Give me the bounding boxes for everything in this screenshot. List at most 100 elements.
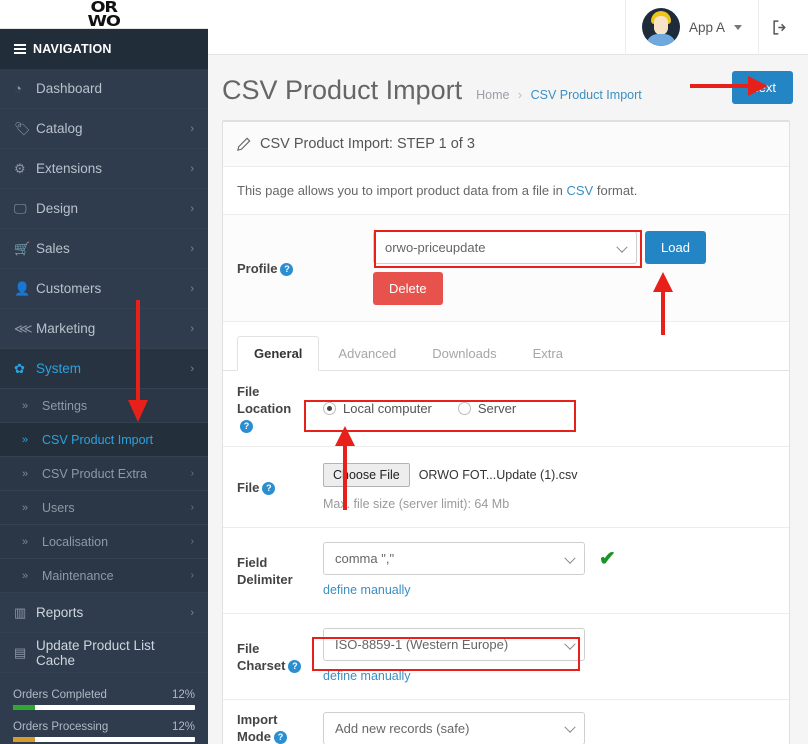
sidebar-item-update-product-list-cache[interactable]: ▤ Update Product List Cache <box>0 633 208 673</box>
sidebar-subitem-localisation[interactable]: » Localisation › <box>0 525 208 559</box>
sidebar-item-marketing[interactable]: ⋘ Marketing › <box>0 309 208 349</box>
sidebar-subitem-label: CSV Product Import <box>42 432 154 447</box>
navigation-header-label: NAVIGATION <box>33 42 112 56</box>
brand-logo[interactable]: OR WO <box>0 0 208 29</box>
radio-local-computer[interactable]: Local computer <box>323 401 432 416</box>
sidebar-subitem-settings[interactable]: » Settings <box>0 389 208 423</box>
valid-check-icon: ✔ <box>599 547 616 570</box>
sidebar-progress-widgets: Orders Completed 12% Orders Processing 12% <box>0 673 208 744</box>
sidebar-subitem-csv-product-import[interactable]: » CSV Product Import <box>0 423 208 457</box>
sidebar-subitem-maintenance[interactable]: » Maintenance › <box>0 559 208 593</box>
delimiter-define-manually-link[interactable]: define manually <box>323 583 411 597</box>
import-mode-label: Import Mode <box>237 712 278 744</box>
sidebar-tail-menu: ▥ Reports › ▤ Update Product List Cache <box>0 593 208 673</box>
profile-select[interactable]: orwo-priceupdate <box>373 231 637 264</box>
panel-header: CSV Product Import: STEP 1 of 3 <box>223 122 789 167</box>
book-icon: ▤ <box>14 644 27 660</box>
help-icon-profile[interactable]: ? <box>280 262 294 276</box>
topbar: App A <box>208 0 808 55</box>
sidebar-item-dashboard[interactable]: ◔ Dashboard <box>0 69 208 109</box>
progress-widget: Orders Completed 12% <box>13 689 195 710</box>
sidebar-subitem-users[interactable]: » Users › <box>0 491 208 525</box>
sidebar-item-sales[interactable]: 🛒 Sales › <box>0 229 208 269</box>
sidebar-subitem-label: Maintenance <box>42 568 114 583</box>
logout-button[interactable] <box>758 0 802 55</box>
sidebar-item-extensions[interactable]: ⚙ Extensions › <box>0 149 208 189</box>
orwo-logo-icon: OR WO <box>88 0 121 29</box>
file-controls: Choose File ORWO FOT...Update (1).csv Ma… <box>311 463 775 511</box>
share-icon: ⋘ <box>14 320 33 336</box>
tab-general[interactable]: General <box>237 336 320 371</box>
charset-define-manually-link[interactable]: define manually <box>323 669 411 683</box>
charset-label: File Charset <box>237 640 286 673</box>
delimiter-label: Field Delimiter <box>237 554 293 587</box>
progress-track <box>13 705 195 710</box>
sidebar-item-label: Design <box>36 201 79 216</box>
chevron-right-icon: › <box>190 202 194 215</box>
choose-file-button[interactable]: Choose File <box>323 463 410 487</box>
cart-icon: 🛒 <box>14 240 31 256</box>
tab-downloads[interactable]: Downloads <box>415 336 513 371</box>
breadcrumb: Home › CSV Product Import <box>476 88 642 102</box>
sidebar-item-label: Update Product List Cache <box>36 637 155 668</box>
load-button[interactable]: Load <box>645 231 706 264</box>
chevron-right-icon: › <box>190 606 194 619</box>
sidebar-item-label: Extensions <box>36 161 103 176</box>
delimiter-select[interactable]: comma "," <box>323 542 585 575</box>
user-icon: 👤 <box>14 280 31 296</box>
csv-link[interactable]: CSV <box>567 183 594 198</box>
panel-body: This page allows you to import product d… <box>223 167 789 744</box>
intro-after: format. <box>593 183 638 198</box>
chevron-right-icon: › <box>190 362 194 375</box>
sidebar-item-label: Customers <box>36 281 102 296</box>
progress-track <box>13 737 195 742</box>
double-chevron-icon: » <box>22 569 29 582</box>
tab-advanced[interactable]: Advanced <box>321 336 413 371</box>
user-menu[interactable]: App A <box>624 0 758 55</box>
chevron-right-icon: › <box>190 162 194 175</box>
charset-select[interactable]: ISO-8859-1 (Western Europe) <box>323 628 585 661</box>
radio-server[interactable]: Server <box>457 401 516 416</box>
tab-extra[interactable]: Extra <box>516 336 580 371</box>
sidebar-item-customers[interactable]: 👤 Customers › <box>0 269 208 309</box>
tag-icon: 🏷 <box>14 120 31 136</box>
sidebar-item-design[interactable]: 🖵 Design › <box>0 189 208 229</box>
chevron-right-icon: › <box>190 122 194 135</box>
breadcrumb-separator: › <box>517 88 523 102</box>
sidebar-subitem-csv-product-extra[interactable]: » CSV Product Extra › <box>0 457 208 491</box>
sidebar-subitem-label: Localisation <box>42 534 109 549</box>
double-chevron-icon: » <box>22 399 29 412</box>
page-header: CSV Product Import Home › CSV Product Im… <box>208 55 808 120</box>
help-icon-charset[interactable]: ? <box>288 659 302 673</box>
help-icon-file[interactable]: ? <box>262 481 276 495</box>
sidebar-item-reports[interactable]: ▥ Reports › <box>0 593 208 633</box>
double-chevron-icon: » <box>22 535 29 548</box>
radio-local-indicator <box>323 402 336 415</box>
sidebar-item-catalog[interactable]: 🏷 Catalog › <box>0 109 208 149</box>
sidebar-item-label: Marketing <box>36 321 96 336</box>
file-input[interactable]: Choose File ORWO FOT...Update (1).csv <box>323 463 775 487</box>
logout-icon <box>773 19 786 35</box>
charset-select-wrap: ISO-8859-1 (Western Europe) <box>323 628 585 661</box>
sidebar-item-label: Dashboard <box>36 81 103 96</box>
delete-button[interactable]: Delete <box>373 272 443 305</box>
breadcrumb-current: CSV Product Import <box>530 88 642 102</box>
progress-fill <box>13 705 35 710</box>
chevron-right-icon: › <box>190 502 194 513</box>
file-location-radios: Local computer Server <box>323 401 516 416</box>
delimiter-row: Field Delimiter comma "," ✔ define manua… <box>223 528 789 614</box>
progress-value: 12% <box>171 689 195 701</box>
double-chevron-icon: » <box>22 433 29 446</box>
navigation-header: NAVIGATION <box>0 29 208 69</box>
sidebar: OR WO NAVIGATION ◔ Dashboard 🏷 Catalog › ⚙ Ext… <box>0 0 208 744</box>
intro-before: This page allows you to import product d… <box>237 183 567 198</box>
import-mode-select[interactable]: Add new records (safe) <box>323 711 585 744</box>
radio-server-indicator <box>457 402 471 415</box>
help-icon-import-mode[interactable]: ? <box>273 731 287 744</box>
sidebar-item-system[interactable]: ✿ System › <box>0 349 208 389</box>
next-button[interactable]: Next <box>732 71 793 104</box>
help-icon-file-location[interactable]: ? <box>240 420 253 433</box>
breadcrumb-home[interactable]: Home <box>476 88 509 102</box>
puzzle-icon: ⚙ <box>14 160 26 176</box>
sidebar-subitem-label: CSV Product Extra <box>42 466 147 481</box>
